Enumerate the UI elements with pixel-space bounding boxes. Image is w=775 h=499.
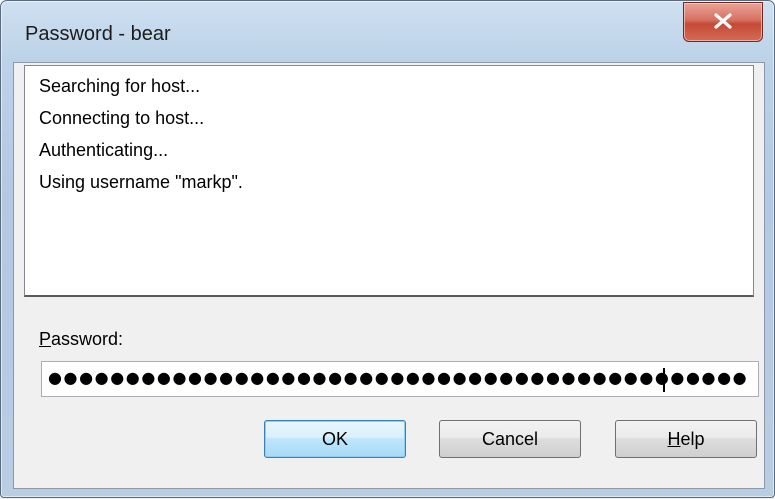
close-icon: [714, 13, 732, 29]
log-line: Using username "markp".: [39, 172, 243, 192]
title-bar[interactable]: Password - bear: [1, 1, 774, 63]
help-button[interactable]: Help: [615, 420, 757, 458]
password-masked-value: ●●●●●●●●●●●●●●●●●●●●●●●●●●●●●●●●●●●●●●●●…: [48, 368, 749, 387]
password-dialog: Password - bear Searching for host... Co…: [0, 0, 775, 498]
log-line: Authenticating...: [39, 140, 169, 160]
close-button[interactable]: [683, 2, 763, 42]
password-label-text: assword:: [51, 329, 124, 349]
session-log[interactable]: Searching for host... Connecting to host…: [24, 65, 754, 297]
password-field[interactable]: ●●●●●●●●●●●●●●●●●●●●●●●●●●●●●●●●●●●●●●●●…: [41, 361, 759, 397]
log-line: Connecting to host...: [39, 108, 205, 128]
password-label: Password:: [39, 329, 123, 350]
log-line: Searching for host...: [39, 76, 201, 96]
ok-button[interactable]: OK: [264, 420, 406, 458]
text-caret: [663, 368, 665, 392]
cancel-button[interactable]: Cancel: [439, 420, 581, 458]
password-label-mnemonic: P: [39, 329, 52, 349]
dialog-client-area: Searching for host... Connecting to host…: [13, 62, 765, 489]
window-title: Password - bear: [25, 23, 171, 45]
